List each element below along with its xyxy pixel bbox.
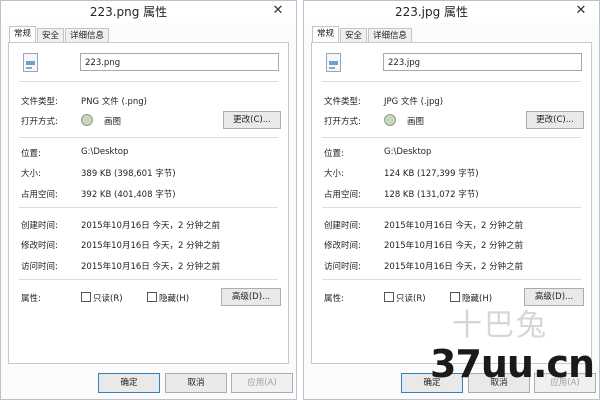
divider (322, 137, 581, 138)
readonly-checkbox[interactable]: 只读(R) (81, 292, 123, 304)
location-value: G:\Desktop (81, 147, 129, 157)
accessed-label: 访问时间: (324, 262, 361, 272)
window-title: 223.png 属性 (89, 5, 168, 19)
divider (19, 207, 278, 208)
created-value: 2015年10月16日 今天，2 分钟之前 (384, 221, 524, 231)
divider (322, 279, 581, 280)
hidden-label: 隐藏(H) (159, 294, 190, 304)
file-type-value: PNG 文件 (.png) (81, 97, 147, 107)
watermark-logo-text: 十巴兔 (452, 308, 548, 343)
watermark-text: 37uu.cn (430, 342, 595, 386)
location-label: 位置: (324, 149, 344, 159)
readonly-label: 只读(R) (396, 294, 426, 304)
created-label: 创建时间: (324, 221, 361, 231)
file-type-label: 文件类型: (324, 97, 361, 107)
divider (19, 81, 278, 82)
accessed-value: 2015年10月16日 今天，2 分钟之前 (81, 262, 221, 272)
checkbox-box[interactable] (81, 292, 91, 302)
created-label: 创建时间: (21, 221, 58, 231)
hidden-checkbox[interactable]: 隐藏(H) (147, 292, 189, 304)
change-button[interactable]: 更改(C)... (223, 111, 281, 129)
checkbox-box[interactable] (384, 292, 394, 302)
size-value: 124 KB (127,399 字节) (384, 169, 479, 179)
modified-label: 修改时间: (324, 241, 361, 251)
cancel-button[interactable]: 取消 (165, 373, 227, 393)
readonly-checkbox[interactable]: 只读(R) (384, 292, 426, 304)
open-with-value: 画图 (407, 117, 425, 127)
open-with-value: 画图 (104, 117, 122, 127)
divider (19, 137, 278, 138)
tab-strip: 常规 安全 详细信息 (312, 25, 413, 44)
attributes-label: 属性: (324, 294, 344, 304)
image-file-icon (23, 53, 38, 72)
paint-app-icon (384, 114, 396, 126)
modified-label: 修改时间: (21, 241, 58, 251)
location-value: G:\Desktop (384, 147, 432, 157)
checkbox-box[interactable] (147, 292, 157, 302)
attributes-label: 属性: (21, 294, 41, 304)
title-bar[interactable]: 223.png 属性 ✕ (1, 1, 296, 23)
divider (322, 207, 581, 208)
window-title: 223.jpg 属性 (394, 5, 469, 19)
general-panel: 223.png 文件类型: PNG 文件 (.png) 打开方式: 画图 更改(… (8, 42, 289, 364)
accessed-label: 访问时间: (21, 262, 58, 272)
readonly-label: 只读(R) (93, 294, 123, 304)
size-label: 大小: (324, 169, 344, 179)
divider (322, 81, 581, 82)
size-label: 大小: (21, 169, 41, 179)
accessed-value: 2015年10月16日 今天，2 分钟之前 (384, 262, 524, 272)
change-button[interactable]: 更改(C)... (526, 111, 584, 129)
advanced-button[interactable]: 高级(D)... (221, 288, 281, 306)
size-on-disk-label: 占用空间: (324, 190, 361, 200)
tab-strip: 常规 安全 详细信息 (9, 25, 110, 44)
ok-button[interactable]: 确定 (98, 373, 160, 393)
open-with-label: 打开方式: (21, 117, 58, 127)
image-file-icon (326, 53, 341, 72)
properties-window-png: 223.png 属性 ✕ 常规 安全 详细信息 223.png 文件类型: PNG … (0, 0, 297, 400)
open-with-label: 打开方式: (324, 117, 361, 127)
size-on-disk-value: 128 KB (131,072 字节) (384, 190, 479, 200)
filename-field[interactable]: 223.jpg (383, 53, 582, 71)
filename-field[interactable]: 223.png (80, 53, 279, 71)
modified-value: 2015年10月16日 今天，2 分钟之前 (81, 241, 221, 251)
apply-button[interactable]: 应用(A) (231, 373, 293, 393)
created-value: 2015年10月16日 今天，2 分钟之前 (81, 221, 221, 231)
size-on-disk-value: 392 KB (401,408 字节) (81, 190, 176, 200)
divider (19, 279, 278, 280)
title-bar[interactable]: 223.jpg 属性 ✕ (304, 1, 599, 23)
modified-value: 2015年10月16日 今天，2 分钟之前 (384, 241, 524, 251)
paint-app-icon (81, 114, 93, 126)
file-type-value: JPG 文件 (.jpg) (384, 97, 444, 107)
size-value: 389 KB (398,601 字节) (81, 169, 176, 179)
close-icon[interactable]: ✕ (266, 2, 290, 20)
close-icon[interactable]: ✕ (569, 2, 593, 20)
size-on-disk-label: 占用空间: (21, 190, 58, 200)
location-label: 位置: (21, 149, 41, 159)
file-type-label: 文件类型: (21, 97, 58, 107)
